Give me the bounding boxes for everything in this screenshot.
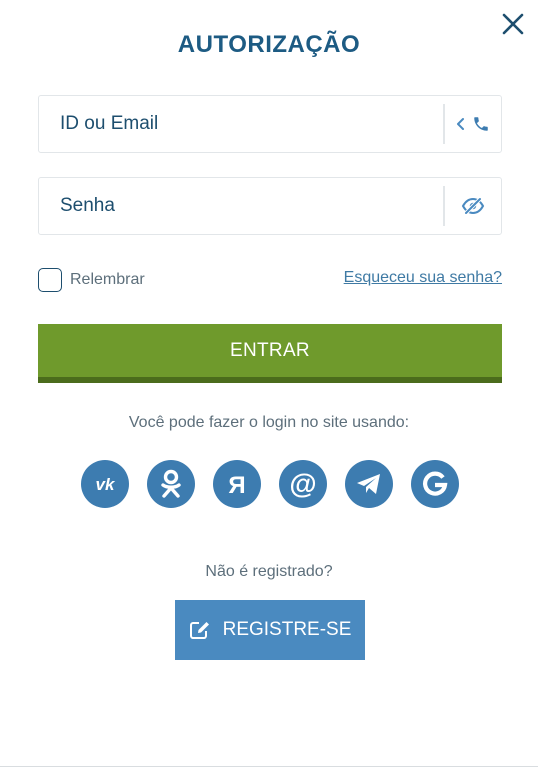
svg-text:vk: vk (96, 475, 116, 494)
remember-me-label: Relembrar (70, 271, 145, 288)
vk-login-button[interactable]: vk (81, 460, 129, 508)
mail-login-button[interactable]: @ (279, 460, 327, 508)
login-submit-button[interactable]: ENTRAR (38, 324, 502, 383)
password-input[interactable] (39, 178, 443, 234)
mail-at-icon: @ (289, 468, 316, 499)
login-dialog: AUTORIZAÇÃO Relembrar (0, 0, 538, 769)
password-field (38, 177, 502, 235)
odnoklassniki-login-button[interactable] (147, 460, 195, 508)
yandex-icon: Я (228, 472, 245, 499)
telegram-login-button[interactable] (345, 460, 393, 508)
eye-slash-icon (461, 197, 485, 215)
social-login-caption: Você pode fazer o login no site usando: (128, 414, 410, 431)
social-login-row: vk Я @ (81, 460, 459, 508)
dialog-title: AUTORIZAÇÃO (177, 31, 361, 58)
phone-icon (474, 117, 488, 131)
divider (0, 766, 538, 767)
edit-icon (189, 622, 209, 639)
register-button[interactable]: REGISTRE-SE (175, 600, 365, 660)
not-registered-prompt: Não é registrado? (205, 563, 333, 580)
remember-me-checkbox[interactable]: Relembrar (38, 267, 145, 293)
odnoklassniki-icon (161, 469, 181, 498)
google-login-button[interactable] (411, 460, 459, 508)
toggle-password-visibility-button[interactable] (445, 178, 501, 234)
login-field (38, 95, 502, 153)
chevron-left-icon (457, 118, 464, 130)
checkbox-box[interactable] (38, 268, 62, 292)
login-input[interactable] (39, 96, 443, 152)
svg-text:@: @ (289, 468, 316, 499)
svg-text:Я: Я (228, 472, 245, 499)
switch-to-phone-button[interactable] (445, 96, 501, 152)
register-button-label: REGISTRE-SE (222, 619, 352, 640)
telegram-icon (357, 474, 380, 494)
vk-icon: vk (96, 475, 116, 494)
yandex-login-button[interactable]: Я (213, 460, 261, 508)
google-icon (423, 471, 448, 496)
forgot-password-link[interactable]: Esqueceu sua senha? (344, 269, 502, 287)
